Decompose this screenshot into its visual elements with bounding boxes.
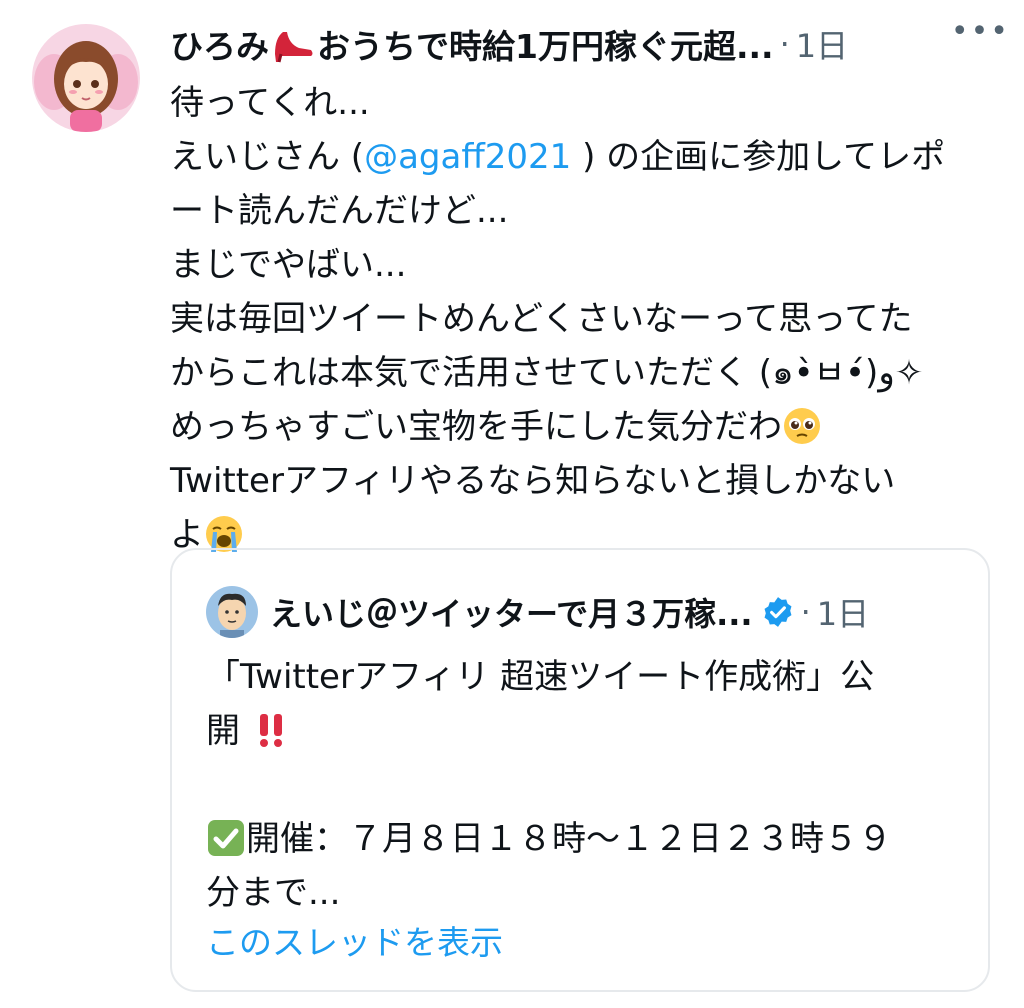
tweet-line: ート読んだんだけど... (170, 191, 509, 231)
quoted-author-name[interactable]: えいじ＠ツイッターで月３万稼... (270, 589, 753, 635)
quoted-line: 開催：７月８日１８時〜１２日２３時５９ (206, 812, 966, 866)
tweet-line: 待ってくれ... (170, 83, 370, 123)
author-avatar[interactable] (32, 24, 140, 132)
more-options-icon[interactable]: ••• (951, 14, 1010, 49)
quoted-line: 開 (206, 704, 966, 758)
quoted-author-avatar[interactable] (206, 586, 258, 638)
author-name[interactable]: ひろみ おうちで時給1万円稼ぐ元超... (170, 20, 774, 68)
pleading-face-icon (784, 408, 820, 444)
quoted-timestamp[interactable]: 1日 (817, 589, 869, 635)
quoted-tweet-text: 「Twitterアフィリ 超速ツイート作成術」公 開 開催：７月８日１８時〜１２… (206, 650, 966, 920)
quoted-blank-line (206, 758, 966, 812)
quoted-separator: · (800, 593, 811, 631)
tweet-line: まじでやばい... (170, 245, 407, 285)
quoted-tweet-header: えいじ＠ツイッターで月３万稼... · 1日 (270, 584, 869, 640)
tweet-timestamp[interactable]: 1日 (796, 21, 848, 67)
mention-link[interactable]: @agaff2021 (364, 137, 571, 177)
tweet-header: ひろみ おうちで時給1万円稼ぐ元超... · 1日 (170, 18, 1004, 70)
tweet-line: からこれは本気で活用させていただく (๑•̀ㅂ•́)و✧ (170, 353, 924, 393)
quoted-line: 「Twitterアフィリ 超速ツイート作成術」公 (206, 657, 875, 697)
tweet-text: 待ってくれ... えいじさん (@agaff2021 ) の企画に参加してレポ … (170, 76, 1000, 562)
quoted-avatar-image (206, 586, 258, 638)
tweet-separator: · (779, 25, 790, 63)
tweet-line: 実は毎回ツイートめんどくさいなーって思ってた (170, 299, 913, 339)
tweet-line: えいじさん (@agaff2021 ) の企画に参加してレポ (170, 137, 946, 177)
show-thread-link[interactable]: このスレッドを表示 (206, 916, 503, 964)
verified-badge-icon (764, 597, 792, 627)
tweet-line: めっちゃすごい宝物を手にした気分だわ (170, 400, 1000, 454)
quoted-line: 分まで... (206, 873, 341, 913)
high-heel-icon (275, 32, 313, 63)
quoted-tweet-card[interactable]: えいじ＠ツイッターで月３万稼... · 1日 「Twitterアフィリ 超速ツイ… (170, 548, 990, 992)
avatar-image (32, 24, 140, 132)
tweet-line: Twitterアフィリやるなら知らないと損しかない (170, 461, 896, 501)
double-exclamation-icon (259, 714, 282, 747)
check-mark-button-icon (208, 820, 244, 856)
